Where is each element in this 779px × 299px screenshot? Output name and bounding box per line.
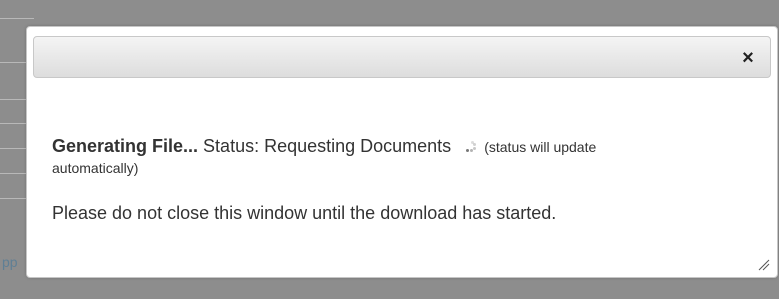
background-divider: [0, 18, 34, 19]
dialog-content: Generating File... Status: Requesting Do…: [52, 136, 752, 224]
status-label: Status: Requesting Documents: [203, 136, 452, 156]
auto-update-note-end: automatically): [52, 160, 139, 176]
generating-file-dialog: × Generating File... Status: Requesting …: [26, 26, 778, 278]
dialog-titlebar[interactable]: ×: [33, 36, 771, 78]
close-icon: ×: [742, 47, 754, 69]
page-overlay: pp × Generating File... Status: Requesti…: [0, 0, 779, 299]
download-warning: Please do not close this window until th…: [52, 203, 557, 223]
close-button[interactable]: ×: [738, 48, 758, 68]
generating-file-label: Generating File...: [52, 136, 199, 156]
resize-handle-icon[interactable]: [756, 257, 770, 271]
auto-update-note-start: (status will update: [484, 139, 597, 155]
status-message: Generating File... Status: Requesting Do…: [52, 136, 752, 178]
loading-spinner-icon: [464, 141, 477, 153]
background-link-fragment: pp: [2, 254, 18, 270]
